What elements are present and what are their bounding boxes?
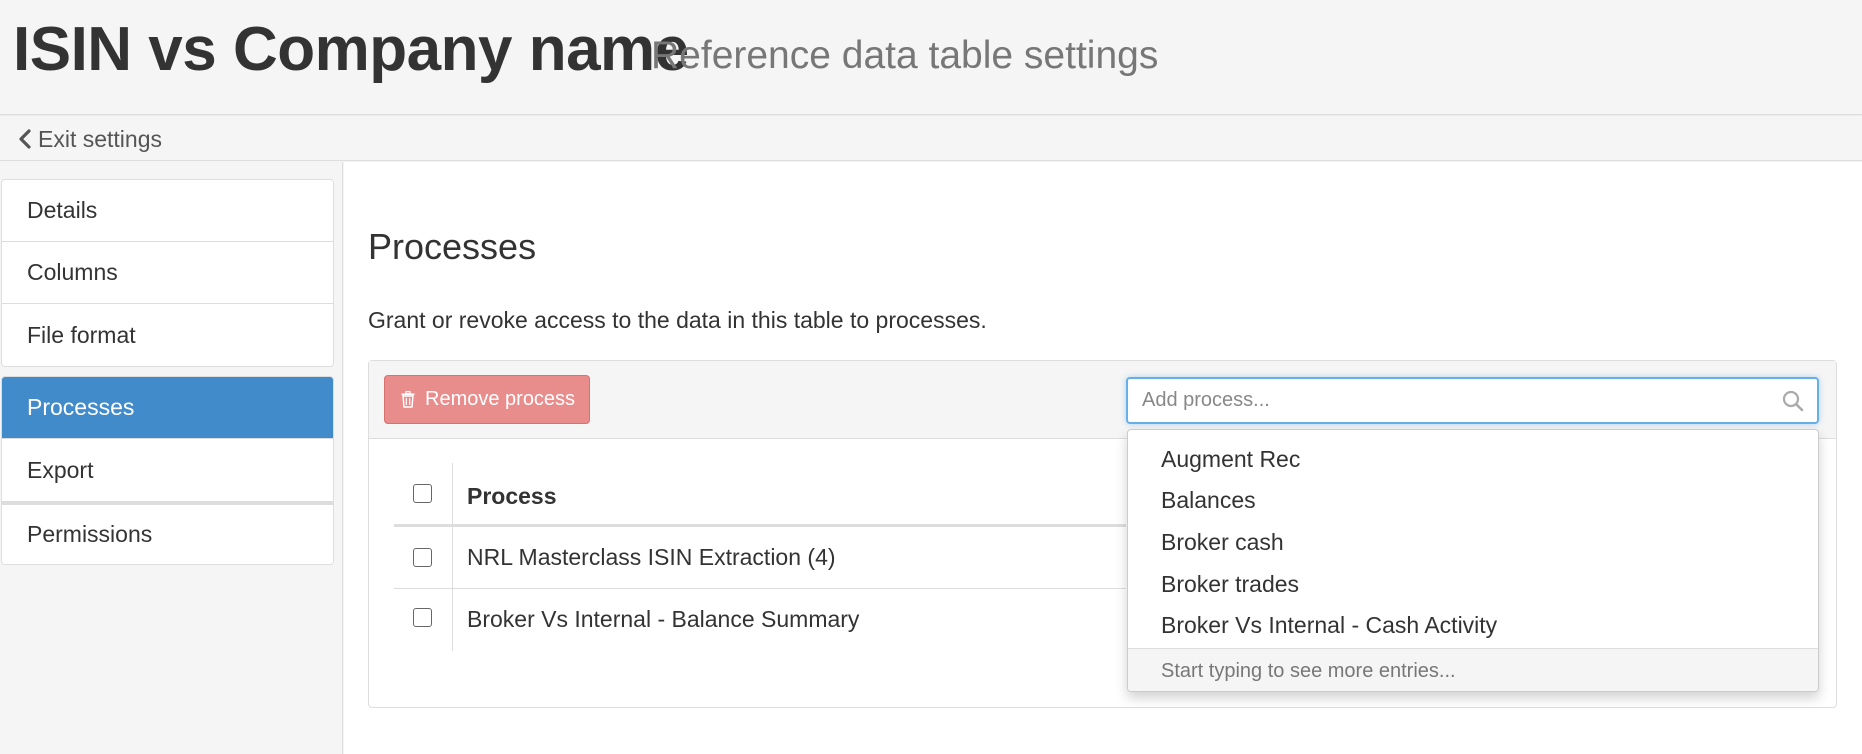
sidebar-item-label: Details [27, 197, 98, 223]
table-row: Broker Vs Internal - Balance Summary [467, 606, 860, 632]
sidebar-item-label: Permissions [27, 521, 153, 547]
dropdown-hint: Start typing to see more entries... [1128, 648, 1818, 691]
column-header-process: Process [467, 483, 557, 509]
row-checkbox[interactable] [413, 548, 432, 567]
exit-settings-label: Exit settings [38, 125, 162, 152]
table-row: NRL Masterclass ISIN Extraction (4) [467, 544, 836, 570]
remove-process-button[interactable]: Remove process [384, 375, 590, 424]
sidebar-item-details[interactable]: Details [2, 180, 333, 242]
exit-settings-link[interactable]: Exit settings [18, 124, 162, 154]
page-subtitle: Reference data table settings [651, 34, 1159, 77]
select-all-checkbox[interactable] [413, 484, 432, 503]
sidebar-item-permissions[interactable]: Permissions [2, 502, 333, 564]
dropdown-option-balances[interactable]: Balances [1161, 487, 1256, 514]
chevron-left-icon [18, 127, 38, 151]
exit-bar [0, 116, 1862, 161]
table-column-divider [452, 463, 453, 651]
page-title: ISIN vs Company name [13, 15, 689, 84]
sidebar-group-secondary: Processes Export Permissions [1, 376, 334, 565]
dropdown-option-broker-cash[interactable]: Broker cash [1161, 529, 1284, 556]
sidebar-item-export[interactable]: Export [2, 439, 333, 502]
sidebar-item-label: Columns [27, 259, 118, 285]
sidebar-item-label: Processes [27, 394, 135, 420]
dropdown-option-broker-vs-internal-cash[interactable]: Broker Vs Internal - Cash Activity [1161, 612, 1497, 639]
trash-icon [401, 391, 415, 408]
dropdown-option-broker-trades[interactable]: Broker trades [1161, 571, 1299, 598]
add-process-search [1126, 377, 1819, 424]
dropdown-option-augment-rec[interactable]: Augment Rec [1161, 446, 1300, 473]
process-dropdown: Augment Rec Balances Broker cash Broker … [1127, 429, 1819, 692]
sidebar-item-label: File format [27, 321, 136, 348]
add-process-input[interactable] [1142, 379, 1762, 422]
page-header: ISIN vs Company name Reference data tabl… [0, 0, 1862, 115]
section-title: Processes [368, 226, 537, 267]
sidebar-item-file-format[interactable]: File format [2, 304, 333, 366]
sidebar-group-main: Details Columns File format [1, 179, 334, 367]
sidebar-item-columns[interactable]: Columns [2, 242, 333, 304]
section-description: Grant or revoke access to the data in th… [368, 307, 987, 333]
sidebar-item-label: Export [27, 456, 94, 483]
remove-process-label: Remove process [425, 388, 576, 410]
search-icon [1781, 389, 1805, 418]
table-row-divider [394, 588, 1126, 589]
row-checkbox[interactable] [413, 608, 432, 627]
sidebar-item-processes[interactable]: Processes [2, 377, 333, 439]
